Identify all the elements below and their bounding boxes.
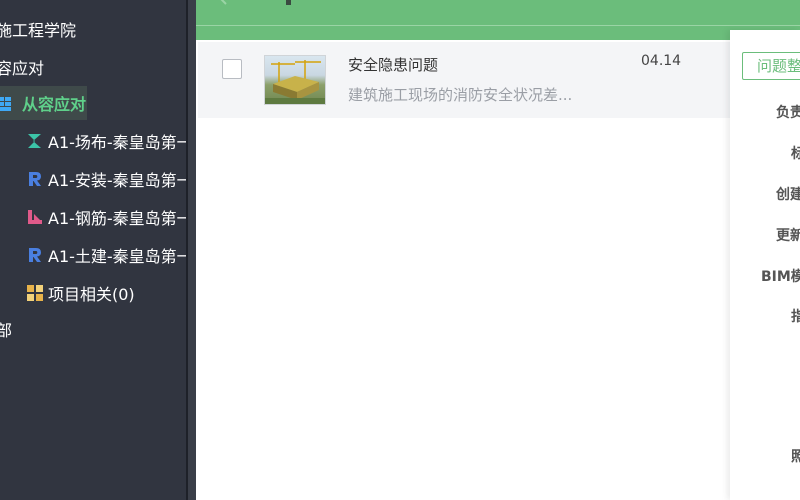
field-label-created: 创建 [776,187,800,203]
field-label-tag: 标 [791,146,800,162]
tree-item-model-civil[interactable]: A1-土建-秦皇岛第一 [26,238,186,272]
sidebar-tree: 施工程学院 容应对 从容应对 A1-场布-秦皇岛第一 A1-安装-秦皇岛第一 A… [0,0,186,500]
field-label-photo: 照 [791,449,800,465]
folder-grid-icon [26,284,44,302]
site-layout-icon [26,132,44,150]
field-label-updated: 更新 [776,228,800,244]
toolbar-back-icon[interactable] [218,0,228,6]
row-title[interactable]: 安全隐患问题 [348,54,438,75]
tree-item-label: 项目相关(0) [48,285,135,304]
toolbar [196,0,800,40]
construction-site-thumbnail[interactable] [264,55,326,105]
tree-item-parent-project[interactable]: 容应对 [0,50,186,84]
field-label-assignee: 指 [791,309,800,325]
field-label-owner: 负责 [776,105,800,121]
field-label-bim-model: BIM模 [761,269,800,285]
toolbar-divider [196,25,800,26]
revit-icon [26,246,44,264]
issue-type-field[interactable]: 问题整 [742,52,800,80]
row-date: 04.14 [641,53,682,69]
tree-item-label: A1-安装-秦皇岛第一 [48,171,186,190]
tree-item-department[interactable]: 部 [0,312,186,346]
app-root: 施工程学院 容应对 从容应对 A1-场布-秦皇岛第一 A1-安装-秦皇岛第一 A… [0,0,800,500]
tree-item-active-project[interactable]: 从容应对 [0,86,87,120]
tree-item-model-rebar[interactable]: A1-钢筋-秦皇岛第一 [26,200,186,234]
building-icon [0,94,18,112]
tree-item-label: A1-土建-秦皇岛第一 [48,247,186,266]
tree-item-model-install[interactable]: A1-安装-秦皇岛第一 [26,162,186,196]
tree-item-label: 施工程学院 [0,21,77,40]
splitter-handle[interactable] [188,0,196,500]
tree-item-label: 容应对 [0,59,45,78]
tree-item-label: 部 [0,321,13,340]
row-description: 建筑施工现场的消防安全状况差... [348,86,573,104]
toolbar-tool-icon[interactable] [284,0,294,6]
tree-item-project-related[interactable]: 项目相关(0) [26,276,186,310]
row-checkbox[interactable] [222,59,242,79]
list-item[interactable]: 安全隐患问题 建筑施工现场的消防安全状况差... 04.14 [198,42,730,118]
tree-item-college[interactable]: 施工程学院 [0,12,186,46]
detail-panel: 问题整 负责 标 创建 更新 BIM模 指 照 [730,30,800,500]
tree-item-label: A1-钢筋-秦皇岛第一 [48,209,186,228]
main-content: 安全隐患问题 建筑施工现场的消防安全状况差... 04.14 [196,0,800,500]
tree-item-label: 从容应对 [22,95,87,114]
rebar-icon [26,208,44,226]
tree-item-model-site[interactable]: A1-场布-秦皇岛第一 [26,124,186,158]
revit-icon [26,170,44,188]
tree-item-label: A1-场布-秦皇岛第一 [48,133,186,152]
